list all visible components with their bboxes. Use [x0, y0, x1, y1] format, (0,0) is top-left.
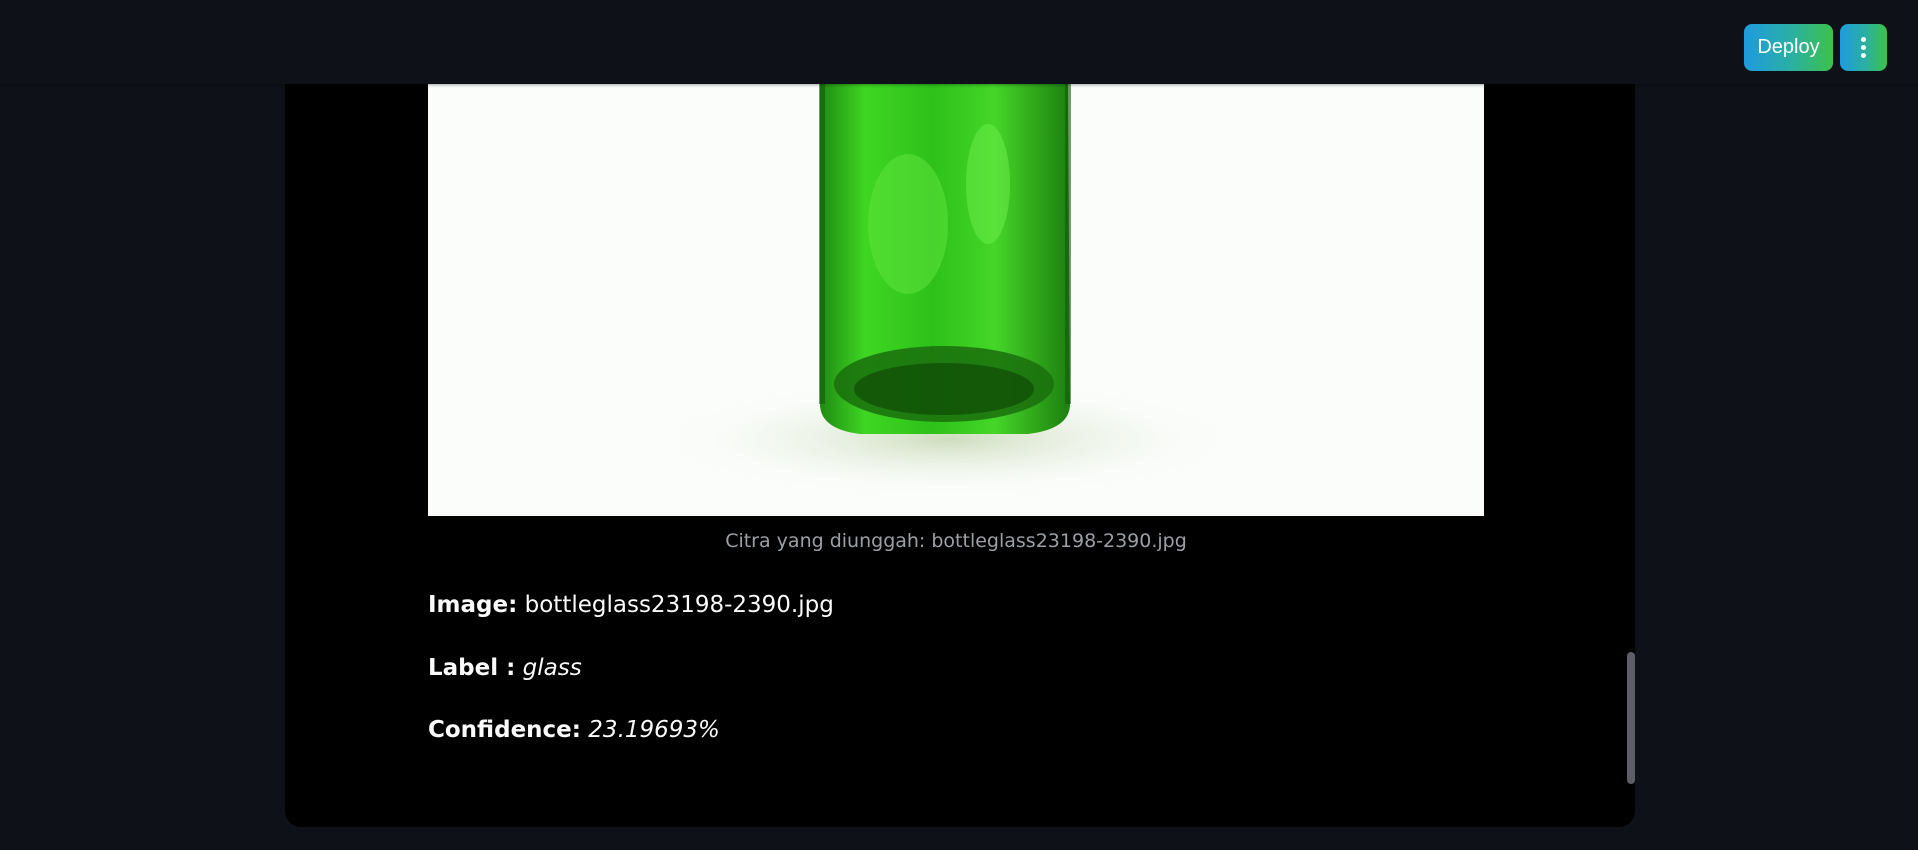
- main-menu-button[interactable]: [1840, 24, 1887, 71]
- image-value: bottleglass23198-2390.jpg: [524, 592, 834, 618]
- label-label: Label :: [428, 655, 516, 681]
- image-label: Image:: [428, 592, 518, 618]
- uploaded-image: [428, 84, 1484, 516]
- label-value: glass: [522, 655, 582, 681]
- confidence-row: Confidence: 23.19693%: [428, 717, 720, 743]
- image-name-row: Image: bottleglass23198-2390.jpg: [428, 592, 834, 618]
- bottle-image-icon: [428, 84, 1484, 516]
- confidence-value: 23.19693%: [588, 717, 720, 743]
- confidence-label: Confidence:: [428, 717, 581, 743]
- app-header: Deploy: [0, 0, 1918, 84]
- label-row: Label : glass: [428, 655, 582, 681]
- deploy-button[interactable]: Deploy: [1744, 24, 1833, 71]
- image-caption: Citra yang diunggah: bottleglass23198-23…: [725, 530, 1187, 552]
- scrollbar-thumb[interactable]: [1627, 652, 1635, 784]
